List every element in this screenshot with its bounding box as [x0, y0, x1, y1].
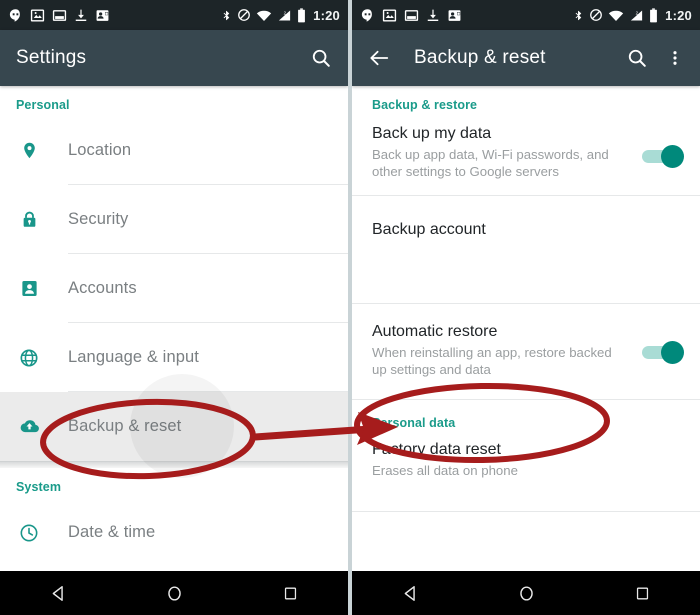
- contacts-sync-icon: [96, 9, 109, 21]
- arrow-back-icon[interactable]: [368, 47, 390, 69]
- hangouts-icon: [9, 8, 20, 22]
- battery-icon: [298, 7, 306, 22]
- home-circle-icon[interactable]: [496, 571, 556, 615]
- toggle-automatic-restore[interactable]: [642, 341, 684, 364]
- photo-icon: [30, 9, 45, 21]
- list-item-subtitle: When reinstalling an app, restore backed…: [372, 345, 612, 377]
- search-icon[interactable]: [626, 47, 648, 69]
- cloud-upload-icon: [14, 416, 44, 437]
- signal-icon: 2: [631, 10, 643, 20]
- photo-icon: [382, 9, 397, 21]
- contacts-sync-icon: [448, 9, 461, 21]
- sidebar-item-backup-reset[interactable]: Backup & reset: [0, 374, 348, 478]
- sidebar-item-label: Language & input: [68, 348, 199, 366]
- sidebar-item-label: Accounts: [68, 279, 137, 297]
- status-bar-notification-icons: [360, 8, 462, 23]
- section-header-personal: Personal: [16, 98, 70, 112]
- section-header-backup-restore: Backup & restore: [372, 98, 478, 112]
- list-item-automatic-restore[interactable]: Automatic restore When reinstalling an a…: [352, 304, 700, 400]
- more-vert-icon[interactable]: [666, 47, 684, 69]
- list-item-backup-account[interactable]: Backup account: [352, 196, 700, 304]
- globe-icon: [14, 348, 44, 368]
- lock-icon: [14, 210, 44, 229]
- wifi-icon: [257, 10, 272, 21]
- status-bar-system-icons: 2 1:20: [573, 8, 692, 23]
- app-bar-settings: Settings: [0, 30, 348, 86]
- backup-reset-list: Backup & restore Back up my data Back up…: [352, 86, 700, 571]
- screenshot-icon: [404, 9, 419, 21]
- bluetooth-icon: [575, 10, 582, 20]
- nav-bar-right: [352, 571, 700, 615]
- left-phone-screen: 2 1:20 Settings Personal Location Securi…: [0, 0, 348, 615]
- location-pin-icon: [14, 141, 44, 160]
- settings-list: Personal Location Security Accounts Lang…: [0, 86, 348, 571]
- nav-bar-left: [0, 571, 348, 615]
- touch-ripple: [130, 374, 234, 478]
- list-item-subtitle: Back up app data, Wi-Fi passwords, and o…: [372, 147, 609, 179]
- signal-icon: 2: [279, 10, 291, 20]
- battery-icon: [650, 7, 658, 22]
- list-item-title: Backup account: [372, 221, 486, 238]
- toggle-knob: [661, 145, 684, 168]
- row-divider: [352, 399, 700, 400]
- home-circle-icon[interactable]: [144, 571, 204, 615]
- sidebar-item-date-time[interactable]: Date & time: [0, 498, 348, 567]
- status-bar-left: 2 1:20: [0, 0, 348, 30]
- row-divider: [352, 511, 700, 512]
- recents-square-icon[interactable]: [612, 571, 672, 615]
- toggle-knob: [661, 341, 684, 364]
- sidebar-item-label: Security: [68, 210, 129, 228]
- section-header-personal-data: Personal data: [372, 416, 456, 430]
- recents-square-icon[interactable]: [260, 571, 320, 615]
- list-item-title: Back up my data: [372, 125, 492, 142]
- status-bar-right: 2 1:20: [352, 0, 700, 30]
- sidebar-item-security[interactable]: Security: [0, 185, 348, 254]
- right-phone-screen: 2 1:20 Backup & reset Backup & restore B…: [352, 0, 700, 615]
- download-icon: [427, 9, 439, 21]
- status-bar-notification-icons: [8, 8, 110, 23]
- clock-icon: [14, 523, 44, 543]
- sidebar-item-label: Location: [68, 141, 132, 159]
- list-item-title: Factory data reset: [372, 441, 501, 458]
- do-not-disturb-icon: [590, 9, 603, 21]
- back-triangle-icon[interactable]: [380, 571, 440, 615]
- sidebar-item-label: Date & time: [68, 523, 156, 541]
- toggle-back-up-my-data[interactable]: [642, 145, 684, 168]
- bluetooth-icon: [223, 10, 230, 20]
- list-item-title: Automatic restore: [372, 323, 498, 340]
- back-triangle-icon[interactable]: [28, 571, 88, 615]
- list-item-back-up-my-data[interactable]: Back up my data Back up app data, Wi-Fi …: [352, 116, 700, 196]
- status-bar-clock: 1:20: [665, 7, 692, 23]
- do-not-disturb-icon: [238, 9, 251, 21]
- search-icon[interactable]: [310, 47, 332, 69]
- dual-screenshot-stage: 2 1:20 Settings Personal Location Securi…: [0, 0, 700, 615]
- page-title: Backup & reset: [414, 47, 546, 68]
- status-bar-clock: 1:20: [313, 7, 340, 23]
- sidebar-item-location[interactable]: Location: [0, 116, 348, 185]
- status-bar-system-icons: 2 1:20: [221, 8, 340, 23]
- wifi-icon: [609, 10, 624, 21]
- sidebar-item-accounts[interactable]: Accounts: [0, 254, 348, 323]
- download-icon: [75, 9, 87, 21]
- list-item-factory-data-reset[interactable]: Factory data reset Erases all data on ph…: [352, 434, 700, 512]
- screenshot-icon: [52, 9, 67, 21]
- app-bar-backup-reset: Backup & reset: [352, 30, 700, 86]
- list-item-subtitle: Erases all data on phone: [372, 463, 518, 478]
- page-title: Settings: [16, 47, 87, 68]
- account-badge-icon: [14, 279, 44, 298]
- hangouts-icon: [361, 8, 372, 22]
